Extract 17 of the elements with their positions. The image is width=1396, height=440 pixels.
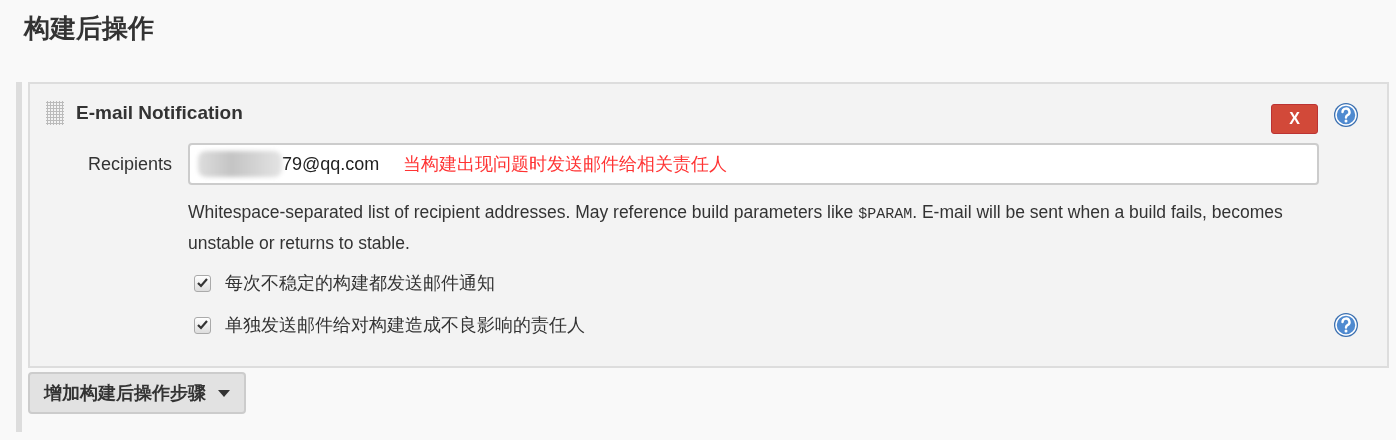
help-icon[interactable] (1333, 312, 1359, 338)
delete-button[interactable]: X (1271, 104, 1318, 134)
caret-icon (218, 389, 230, 397)
publisher-title: E-mail Notification (76, 102, 243, 124)
checkbox-label[interactable]: 单独发送邮件给对构建造成不良影响的责任人 (225, 313, 585, 337)
checkbox[interactable] (194, 316, 211, 334)
recipients-label: Recipients (86, 153, 173, 175)
add-post-build-button[interactable]: 增加构建后操作步骤 (28, 372, 246, 414)
section-heading: 构建后操作 (24, 12, 155, 45)
field-value: 79@qq.com (282, 153, 380, 175)
recipients-field[interactable]: 79@qq.com 当构建出现问题时发送邮件给相关责任人 (188, 143, 1319, 185)
drag-handle-icon[interactable] (46, 101, 64, 125)
help-icon[interactable] (1333, 102, 1359, 128)
checkbox[interactable] (194, 274, 211, 292)
checkbox-label[interactable]: 每次不稳定的构建都发送邮件通知 (225, 271, 495, 295)
annotation-text: 当构建出现问题时发送邮件给相关责任人 (403, 153, 728, 176)
help-text: Whitespace-separated list of recipient addresses. May reference build parameters like $PARAM. E-mail will be sent when a build fails, becomes unstable or returns to stable. (188, 201, 1283, 255)
